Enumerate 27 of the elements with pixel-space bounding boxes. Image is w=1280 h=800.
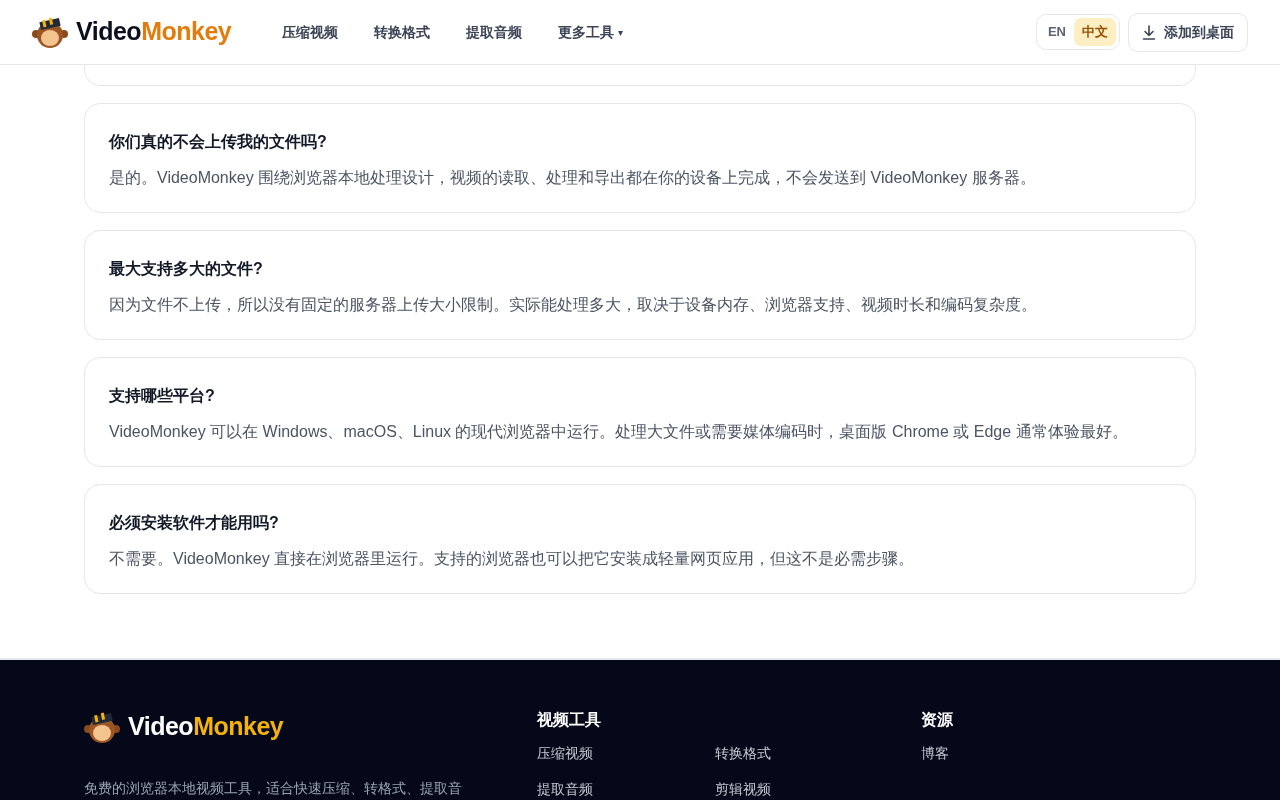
nav-link[interactable]: 压缩视频 bbox=[282, 21, 338, 43]
nav-link[interactable]: 更多工具 ▾ bbox=[558, 21, 624, 43]
faq-answer: VideoMonkey 可以在 Windows、macOS、Linux 的现代浏览器中运行。处理大文件或需要媒体编码时，桌面版 Chrome 或 Edge 通常体验最好。 bbox=[109, 422, 1129, 442]
logo-wordmark[interactable]: VideoMonkey bbox=[76, 13, 232, 51]
footer-logo-wordmark[interactable]: VideoMonkey bbox=[128, 708, 284, 746]
faq-question: 支持哪些平台? bbox=[109, 386, 216, 406]
monkey-logo-icon bbox=[32, 15, 68, 49]
nav-link[interactable]: 提取音频 bbox=[466, 21, 522, 43]
faq-question: 最大支持多大的文件? bbox=[109, 259, 264, 279]
language-option[interactable]: EN bbox=[1039, 18, 1074, 46]
footer-link[interactable]: 剪辑视频 bbox=[715, 782, 893, 796]
faq-answer: 是的。VideoMonkey 围绕浏览器本地处理设计，视频的读取、处理和导出都在你的设备上完成，不会发送到 VideoMonkey 服务器。 bbox=[109, 168, 1037, 188]
footer-description: 免费的浏览器本地视频工具，适合快速压缩、转格式、提取音 bbox=[84, 778, 463, 798]
footer-heading: 视频工具 bbox=[537, 710, 602, 730]
footer-link[interactable]: 转换格式 bbox=[715, 746, 893, 760]
download-icon bbox=[1142, 24, 1156, 40]
nav-link[interactable]: 转换格式 bbox=[374, 21, 430, 43]
footer-link[interactable]: 压缩视频 bbox=[537, 746, 715, 760]
faq-question: 你们真的不会上传我的文件吗? bbox=[109, 132, 328, 152]
footer-link[interactable]: 提取音频 bbox=[537, 782, 715, 796]
add-to-desktop-button[interactable]: 添加到桌面 bbox=[1128, 12, 1248, 52]
faq-answer: 不需要。VideoMonkey 直接在浏览器里运行。支持的浏览器也可以把它安装成轻量网页应用，但这不是必需步骤。 bbox=[109, 549, 916, 569]
language-option[interactable]: 中文 bbox=[1074, 18, 1116, 46]
footer-heading: 资源 bbox=[921, 710, 954, 730]
faq-answer: 因为文件不上传，所以没有固定的服务器上传大小限制。实际能处理多大，取决于设备内存、浏览器支持、视频时长和编码复杂度。 bbox=[109, 295, 1038, 315]
faq-question: 必须安装软件才能用吗? bbox=[109, 513, 280, 533]
footer-link[interactable]: 博客 bbox=[921, 746, 1099, 760]
